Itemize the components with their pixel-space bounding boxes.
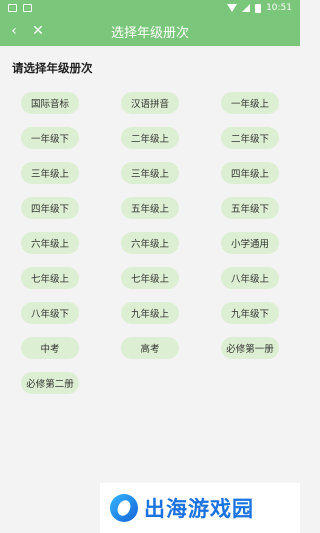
grade-cell: 一年级下 — [0, 127, 100, 149]
grade-cell: 汉语拼音 — [100, 92, 200, 114]
grade-button[interactable]: 五年级下 — [221, 197, 279, 219]
grade-button[interactable]: 六年级上 — [121, 232, 179, 254]
grade-button[interactable]: 二年级下 — [221, 127, 279, 149]
grade-cell: 二年级下 — [200, 127, 300, 149]
grade-button[interactable]: 小学通用 — [221, 232, 279, 254]
grade-cell: 一年级上 — [200, 92, 300, 114]
grade-button[interactable]: 一年级下 — [21, 127, 79, 149]
status-time: 10:51 — [266, 3, 292, 13]
grade-button[interactable]: 三年级上 — [21, 162, 79, 184]
grade-button[interactable]: 八年级下 — [21, 302, 79, 324]
grade-cell: 八年级下 — [0, 302, 100, 324]
grade-button[interactable]: 八年级上 — [221, 267, 279, 289]
grade-cell: 小学通用 — [200, 232, 300, 254]
grade-grid: 国际音标 汉语拼音 一年级上一年级下 二年级上 二年级下三年级上 三年级上 四年级上四年级下… — [0, 82, 300, 394]
grade-cell: 四年级下 — [0, 197, 100, 219]
battery-icon — [255, 3, 262, 13]
grade-cell: 五年级下 — [200, 197, 300, 219]
grade-cell: 三年级上 — [0, 162, 100, 184]
grade-cell: 九年级下 — [200, 302, 300, 324]
watermark-logo-icon — [110, 494, 138, 522]
grade-button[interactable]: 七年级上 — [121, 267, 179, 289]
grade-cell: 九年级上 — [100, 302, 200, 324]
grade-button[interactable]: 七年级上 — [21, 267, 79, 289]
grade-cell: 三年级上 — [100, 162, 200, 184]
grade-button[interactable]: 汉语拼音 — [121, 92, 179, 114]
status-bar: 10:51 — [0, 0, 300, 16]
notification-icon — [8, 4, 17, 12]
grade-button[interactable]: 九年级下 — [221, 302, 279, 324]
back-icon[interactable]: ‹ — [2, 16, 26, 46]
grade-button[interactable]: 国际音标 — [21, 92, 79, 114]
grade-cell: 八年级上 — [200, 267, 300, 289]
grade-cell: 高考 — [100, 337, 200, 359]
grade-button[interactable]: 九年级上 — [121, 302, 179, 324]
grade-button[interactable]: 必修第一册 — [221, 337, 279, 359]
a-icon — [23, 4, 32, 12]
grade-button[interactable]: 五年级上 — [121, 197, 179, 219]
grade-cell: 二年级上 — [100, 127, 200, 149]
grade-button[interactable]: 高考 — [121, 337, 179, 359]
grade-cell: 国际音标 — [0, 92, 100, 114]
watermark-text: 出海游戏园 — [144, 497, 254, 521]
top-bar: ‹ ✕ 选择年级册次 — [0, 16, 300, 46]
close-icon[interactable]: ✕ — [26, 16, 50, 46]
grade-button[interactable]: 三年级上 — [121, 162, 179, 184]
grade-cell: 必修第一册 — [200, 337, 300, 359]
signal-icon — [242, 4, 251, 12]
grade-cell: 六年级上 — [100, 232, 200, 254]
grade-button[interactable]: 一年级上 — [221, 92, 279, 114]
wifi-icon — [227, 4, 238, 12]
grade-button[interactable]: 六年级上 — [21, 232, 79, 254]
watermark: 出海游戏园 — [100, 483, 300, 533]
grade-cell: 必修第二册 — [0, 372, 100, 394]
grade-button[interactable]: 二年级上 — [121, 127, 179, 149]
grade-cell: 中考 — [0, 337, 100, 359]
select-prompt: 请选择年级册次 — [12, 61, 93, 75]
grade-button[interactable]: 四年级下 — [21, 197, 79, 219]
grade-button[interactable]: 四年级上 — [221, 162, 279, 184]
grade-cell: 五年级上 — [100, 197, 200, 219]
grade-cell: 六年级上 — [0, 232, 100, 254]
grade-cell: 四年级上 — [200, 162, 300, 184]
grade-button[interactable]: 必修第二册 — [21, 372, 79, 394]
grade-button[interactable]: 中考 — [21, 337, 79, 359]
grade-cell: 七年级上 — [0, 267, 100, 289]
grade-cell: 七年级上 — [100, 267, 200, 289]
